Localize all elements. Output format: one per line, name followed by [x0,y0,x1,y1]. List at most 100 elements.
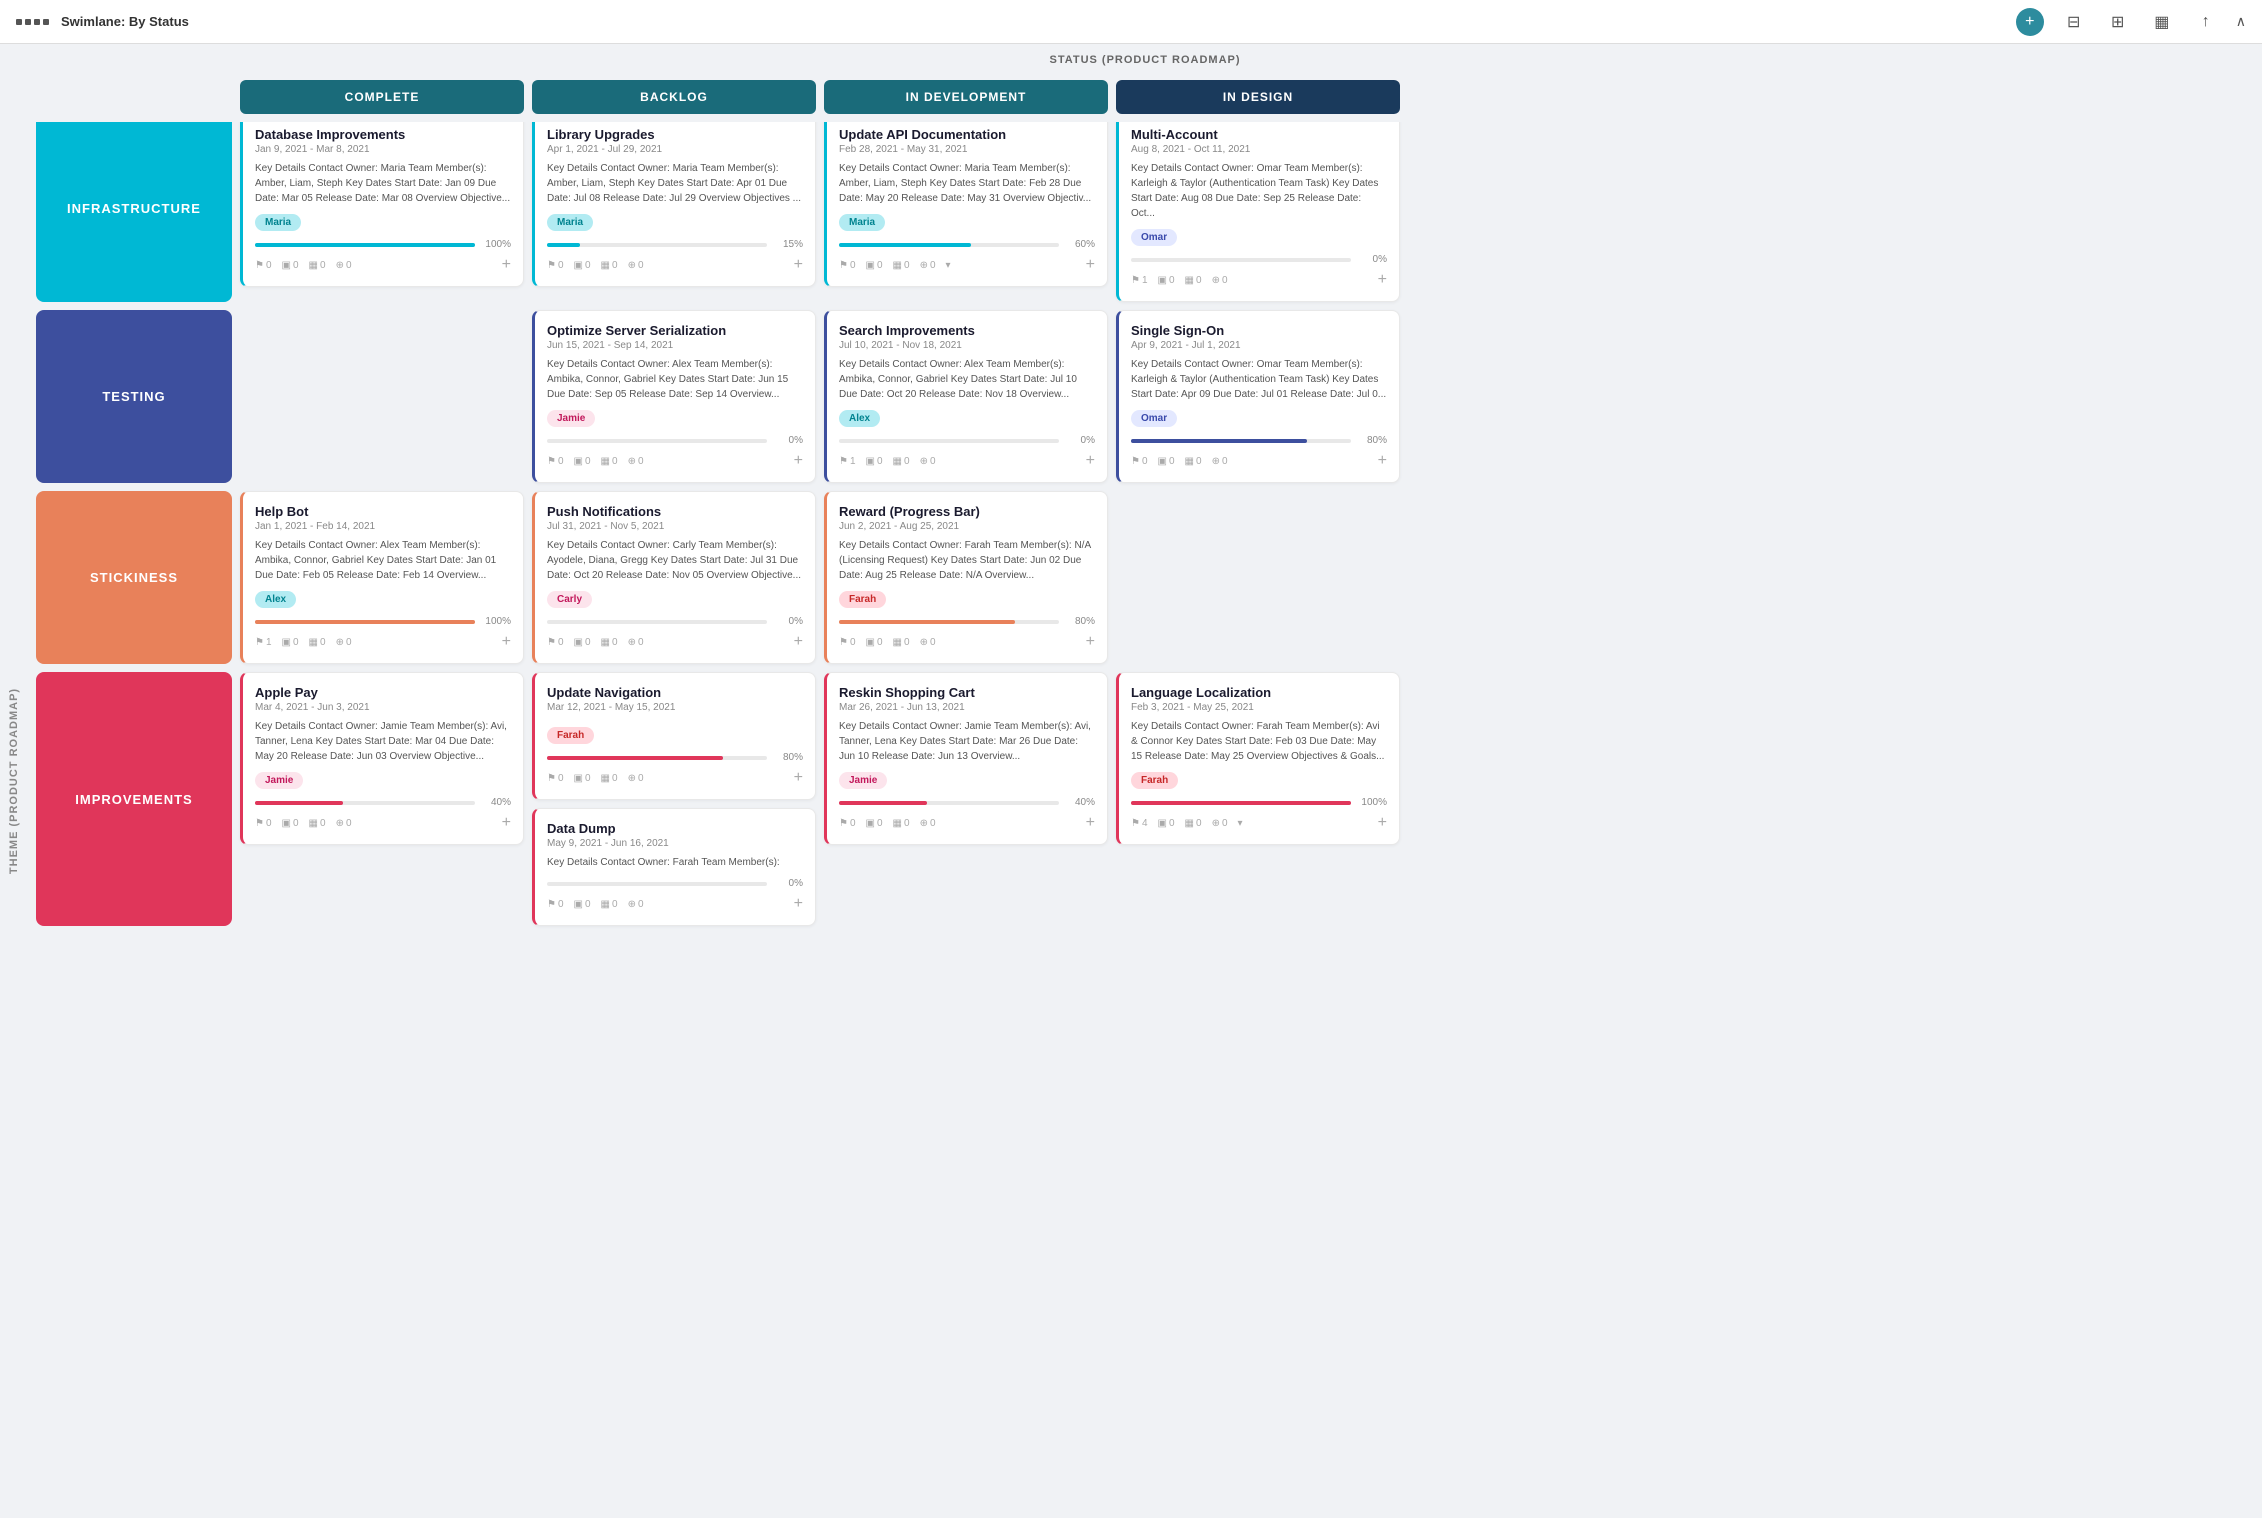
doc-count: 0 [293,260,299,271]
card-add-button[interactable]: + [794,633,803,651]
comment-icon: ▦ [1185,818,1194,829]
progress-pct: 80% [1359,435,1387,446]
doc-icon: ▣ [866,456,875,467]
view-button[interactable]: ⊞ [2104,8,2132,36]
card-add-button[interactable]: + [1378,452,1387,470]
progress-pct: 60% [1067,239,1095,250]
card-title: Reskin Shopping Cart [839,685,1095,700]
footer-item-2: ▣ 0 [866,637,883,648]
link-count: 0 [346,260,352,271]
progress-bar-fill [255,243,475,247]
cell-testing-indesign: Single Sign-On Apr 9, 2021 - Jul 1, 2021… [1116,310,1400,483]
comment-icon: ▦ [1185,275,1194,286]
attachment-icon: ⚑ [255,260,264,271]
link-icon: ⊕ [1212,818,1220,829]
chevron-up-icon[interactable]: ∧ [2236,13,2246,30]
progress-bar-fill [1131,801,1351,805]
comment-icon: ▦ [601,637,610,648]
progress-bar-bg [1131,258,1351,262]
footer-item-3: ▦ 0 [601,773,618,784]
avatar: Alex [255,591,296,608]
progress-bar-fill [255,801,343,805]
footer-item-3: ▦ 0 [893,260,910,271]
footer-item-2: ▣ 0 [866,456,883,467]
link-icon: ⊕ [628,899,636,910]
card-date: Mar 12, 2021 - May 15, 2021 [547,702,803,713]
progress-pct: 0% [775,435,803,446]
comment-count: 0 [612,456,618,467]
export-button[interactable]: ↑ [2192,8,2220,36]
avatar: Maria [839,214,885,231]
avatar: Jamie [839,772,887,789]
progress-row: 0% [839,435,1095,446]
cell-infrastructure-indev: Update API Documentation Feb 28, 2021 - … [824,114,1108,302]
card-add-button[interactable]: + [1086,452,1095,470]
cell-testing-backlog: Optimize Server Serialization Jun 15, 20… [532,310,816,483]
attachment-count: 0 [850,260,856,271]
card-footer: ⚑ 1 ▣ 0 ▦ 0 ⊕ 0 + [1131,271,1387,289]
footer-item-2: ▣ 0 [574,899,591,910]
columns-header: COMPLETE BACKLOG IN DEVELOPMENT IN DESIG… [28,80,2262,122]
card-add-button[interactable]: + [794,895,803,913]
comment-count: 0 [904,260,910,271]
attachment-count: 0 [850,818,856,829]
doc-icon: ▣ [574,899,583,910]
card-date: Apr 1, 2021 - Jul 29, 2021 [547,144,803,155]
footer-item-1: ⚑ 0 [255,260,272,271]
swimlane-label: TESTING [36,310,232,483]
app-header: Swimlane: By Status + ⊟ ⊞ ▦ ↑ ∧ [0,0,2262,44]
expand-icon[interactable]: ▾ [1238,818,1243,829]
card-body: Key Details Contact Owner: Carly Team Me… [547,538,803,583]
cell-infrastructure-complete: Database Improvements Jan 9, 2021 - Mar … [240,114,524,302]
progress-bar-bg [547,243,767,247]
card-footer: ⚑ 0 ▣ 0 ▦ 0 ⊕ 0 + [547,769,803,787]
doc-icon: ▣ [1158,818,1167,829]
progress-row: 60% [839,239,1095,250]
layout-button[interactable]: ▦ [2148,8,2176,36]
avatar: Carly [547,591,592,608]
card-body: Key Details Contact Owner: Maria Team Me… [547,161,803,206]
filter-button[interactable]: ⊟ [2060,8,2088,36]
card-add-button[interactable]: + [502,256,511,274]
progress-row: 0% [547,878,803,889]
card-add-button[interactable]: + [1086,814,1095,832]
card-title: Update API Documentation [839,127,1095,142]
card-add-button[interactable]: + [794,256,803,274]
doc-count: 0 [585,260,591,271]
card-add-button[interactable]: + [1086,256,1095,274]
link-icon: ⊕ [920,456,928,467]
avatar: Farah [839,591,886,608]
doc-icon: ▣ [1158,456,1167,467]
expand-icon[interactable]: ▾ [946,260,951,271]
board-main: STATUS (PRODUCT ROADMAP) COMPLETE BACKLO… [28,44,2262,1518]
col-header-indev: IN DEVELOPMENT [824,80,1108,114]
progress-row: 0% [547,616,803,627]
progress-pct: 15% [775,239,803,250]
card-add-button[interactable]: + [794,769,803,787]
progress-row: 80% [547,752,803,763]
comment-icon: ▦ [601,260,610,271]
doc-icon: ▣ [574,260,583,271]
comment-count: 0 [612,637,618,648]
card-footer: ⚑ 1 ▣ 0 ▦ 0 ⊕ 0 + [839,452,1095,470]
avatar: Farah [1131,772,1178,789]
card-body: Key Details Contact Owner: Farah Team Me… [839,538,1095,583]
card-add-button[interactable]: + [1086,633,1095,651]
footer-item-2: ▣ 0 [282,637,299,648]
card-add-button[interactable]: + [502,814,511,832]
link-count: 0 [638,637,644,648]
card-body: Key Details Contact Owner: Omar Team Mem… [1131,161,1387,221]
footer-item-2: ▣ 0 [574,260,591,271]
card-add-button[interactable]: + [1378,814,1387,832]
link-icon: ⊕ [336,818,344,829]
footer-item-3: ▦ 0 [1185,456,1202,467]
avatar: Alex [839,410,880,427]
card-add-button[interactable]: + [1378,271,1387,289]
attachment-icon: ⚑ [547,773,556,784]
card-add-button[interactable]: + [794,452,803,470]
board-wrapper: THEME (PRODUCT ROADMAP) STATUS (PRODUCT … [0,44,2262,1518]
link-count: 0 [638,899,644,910]
progress-bar-bg [1131,439,1351,443]
card-add-button[interactable]: + [502,633,511,651]
add-button[interactable]: + [2016,8,2044,36]
